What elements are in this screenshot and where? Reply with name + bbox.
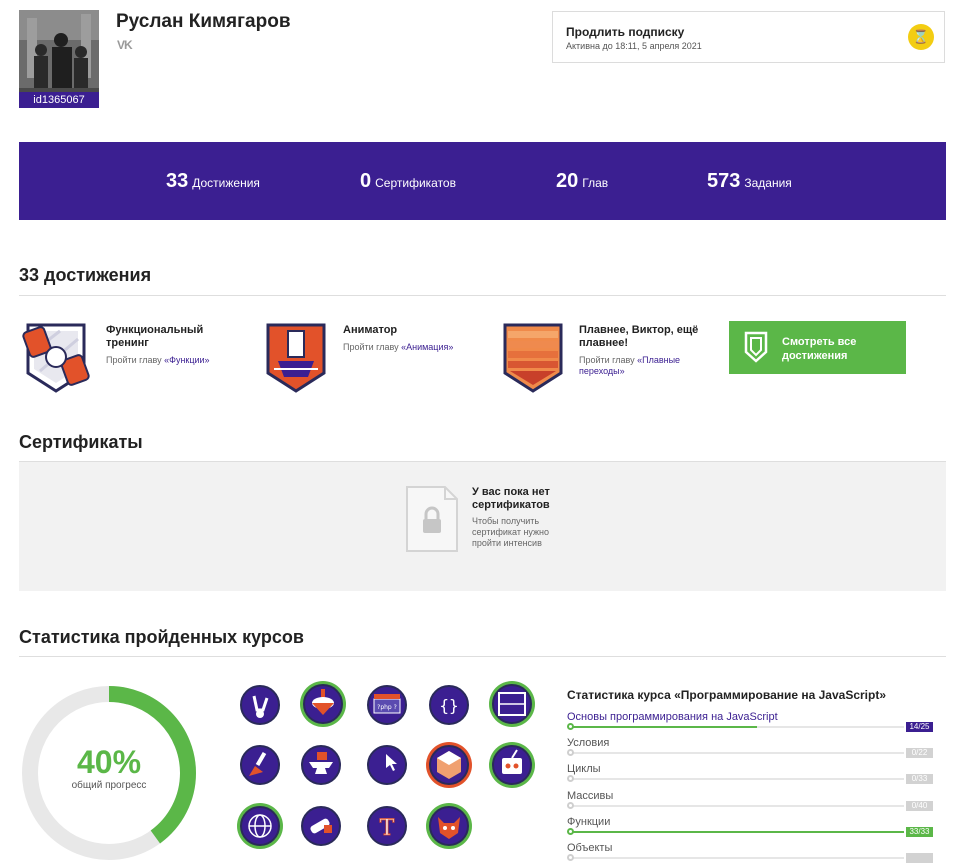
achievement-desc-text: Пройти главу <box>343 342 402 352</box>
course-badge-brush-icon[interactable] <box>239 744 281 786</box>
topic-count-badge: 0/33 <box>906 774 933 784</box>
course-topic-row[interactable]: Объекты <box>567 842 933 868</box>
stat-label: Глав <box>582 176 609 190</box>
shield-icon <box>744 331 768 363</box>
course-topic-name[interactable]: Основы программирования на JavaScript <box>567 711 778 723</box>
smoother-badge-icon[interactable] <box>501 321 565 395</box>
achievement-link-functions[interactable]: «Функции» <box>164 355 209 365</box>
hourglass-icon: ⌛ <box>908 24 934 50</box>
vk-icon[interactable]: VK <box>117 38 133 52</box>
overall-progress-value: 40% <box>76 744 142 780</box>
topic-progress-dot <box>567 802 574 809</box>
achievement-link-animation[interactable]: «Анимация» <box>401 342 453 352</box>
topic-progress-track <box>567 802 904 809</box>
course-badge-fox-icon[interactable] <box>424 801 474 851</box>
course-topic-name[interactable]: Циклы <box>567 763 601 775</box>
certificates-panel: У вас пока нет сертификатов Чтобы получи… <box>19 462 946 591</box>
divider <box>19 656 946 657</box>
achievement-desc: Пройти главу «Анимация» <box>343 342 473 353</box>
see-all-label: Смотреть все достижения <box>782 336 857 362</box>
topic-progress-fill <box>569 831 904 833</box>
topic-progress-dot <box>567 749 574 756</box>
course-badge-braces-icon[interactable]: {} <box>428 684 470 726</box>
no-certificates-desc: Чтобы получить сертификат нужно пройти и… <box>472 516 550 548</box>
stat-label: Достижения <box>192 176 260 190</box>
course-badge-letter-t-icon[interactable]: T <box>366 805 408 847</box>
divider <box>19 295 946 296</box>
course-badge-globe-icon[interactable] <box>235 801 285 851</box>
course-topic-row[interactable]: Условия 0/22 <box>567 737 933 763</box>
locked-document-icon <box>406 486 458 552</box>
topic-progress-dot <box>567 828 574 835</box>
topic-progress-track <box>567 723 904 730</box>
subscription-expiry: Активна до 18:11, 5 апреля 2021 <box>566 41 702 51</box>
course-badge-cursor-icon[interactable] <box>366 744 408 786</box>
stat-label: Задания <box>744 176 792 190</box>
course-topic-row[interactable]: Функции 33/33 <box>567 816 933 842</box>
topic-progress-dot <box>567 854 574 861</box>
stat-number: 20 <box>556 170 579 192</box>
course-topic-row[interactable]: Циклы 0/33 <box>567 763 933 789</box>
course-badge-robot-icon[interactable] <box>487 740 537 790</box>
topic-progress-track <box>567 775 904 782</box>
svg-text:T: T <box>380 816 395 841</box>
course-badge-chainsaw-icon[interactable] <box>300 805 342 847</box>
topic-progress-track <box>567 749 904 756</box>
course-badge-field-icon[interactable] <box>487 679 537 729</box>
course-stats-heading: Статистика курса «Программирование на Ja… <box>567 688 887 702</box>
achievement-desc: Пройти главу «Функции» <box>106 355 236 366</box>
course-topic-name[interactable]: Условия <box>567 737 609 749</box>
course-badge-hand-icon[interactable] <box>239 684 281 726</box>
topic-progress-dot <box>567 723 574 730</box>
topic-progress-track <box>567 828 904 835</box>
topic-count-badge: 0/22 <box>906 748 933 758</box>
user-id: id1365067 <box>19 92 99 108</box>
achievement-desc-text: Пройти главу <box>106 355 165 365</box>
course-badge-cube-icon[interactable] <box>424 740 474 790</box>
course-topic-row[interactable]: Массивы 0/40 <box>567 790 933 816</box>
functional-training-badge-icon[interactable] <box>20 321 92 395</box>
animator-badge-icon[interactable] <box>264 321 328 395</box>
stat-number: 33 <box>166 170 189 192</box>
achievement-desc-text: Пройти главу <box>579 355 638 365</box>
avatar[interactable]: id1365067 <box>19 10 99 108</box>
stat-number: 573 <box>707 170 741 192</box>
no-certificates-title: У вас пока нет сертификатов <box>472 486 550 511</box>
svg-text:?php ?: ?php ? <box>377 704 397 711</box>
stat-tasks: 573 Задания <box>707 170 792 193</box>
subscription-card[interactable]: Продлить подписку Активна до 18:11, 5 ап… <box>552 11 945 63</box>
course-stats-title: Статистика пройденных курсов <box>19 627 304 647</box>
course-badge-anvil-icon[interactable] <box>300 744 342 786</box>
see-all-achievements-button[interactable]: Смотреть все достижения <box>729 321 906 374</box>
extend-subscription-link[interactable]: Продлить подписку <box>566 25 684 39</box>
topic-count-badge: 33/33 <box>906 827 933 837</box>
stat-label: Сертификатов <box>375 176 456 190</box>
overall-progress-caption: общий прогресс <box>71 780 147 791</box>
stat-certificates: 0 Сертификатов <box>360 170 456 193</box>
topic-count-badge: 0/40 <box>906 801 933 811</box>
achievement-desc: Пройти главу «Плавные переходы» <box>579 355 709 377</box>
stat-number: 0 <box>360 170 372 192</box>
topic-progress-dot <box>567 775 574 782</box>
stat-achievements: 33 Достижения <box>166 170 260 193</box>
achievement-title: Плавнее, Виктор, ещё плавнее! <box>579 324 699 349</box>
user-name: Руслан Кимягаров <box>116 11 291 32</box>
svg-text:{}: {} <box>439 696 458 715</box>
course-topic-name[interactable]: Массивы <box>567 790 613 802</box>
achievement-title: Аниматор <box>343 324 398 336</box>
course-badge-php-icon[interactable]: ?php ? <box>366 684 408 726</box>
topic-progress-fill <box>569 726 757 728</box>
achievement-title: Функциональный тренинг <box>106 324 204 349</box>
course-topic-name[interactable]: Объекты <box>567 842 612 854</box>
achievements-title: 33 достижения <box>19 265 152 285</box>
course-badge-spinning-top-icon[interactable] <box>298 679 348 729</box>
stat-chapters: 20 Глав <box>556 170 608 193</box>
course-topic-row[interactable]: Основы программирования на JavaScript 14/… <box>567 711 933 737</box>
stats-band: 33 Достижения 0 Сертификатов 20 Глав 573 Зад… <box>19 142 946 220</box>
topic-count-badge <box>906 853 933 863</box>
course-topic-name[interactable]: Функции <box>567 816 610 828</box>
topic-count-badge: 14/25 <box>906 722 933 732</box>
certificates-title: Сертификаты <box>19 432 143 452</box>
